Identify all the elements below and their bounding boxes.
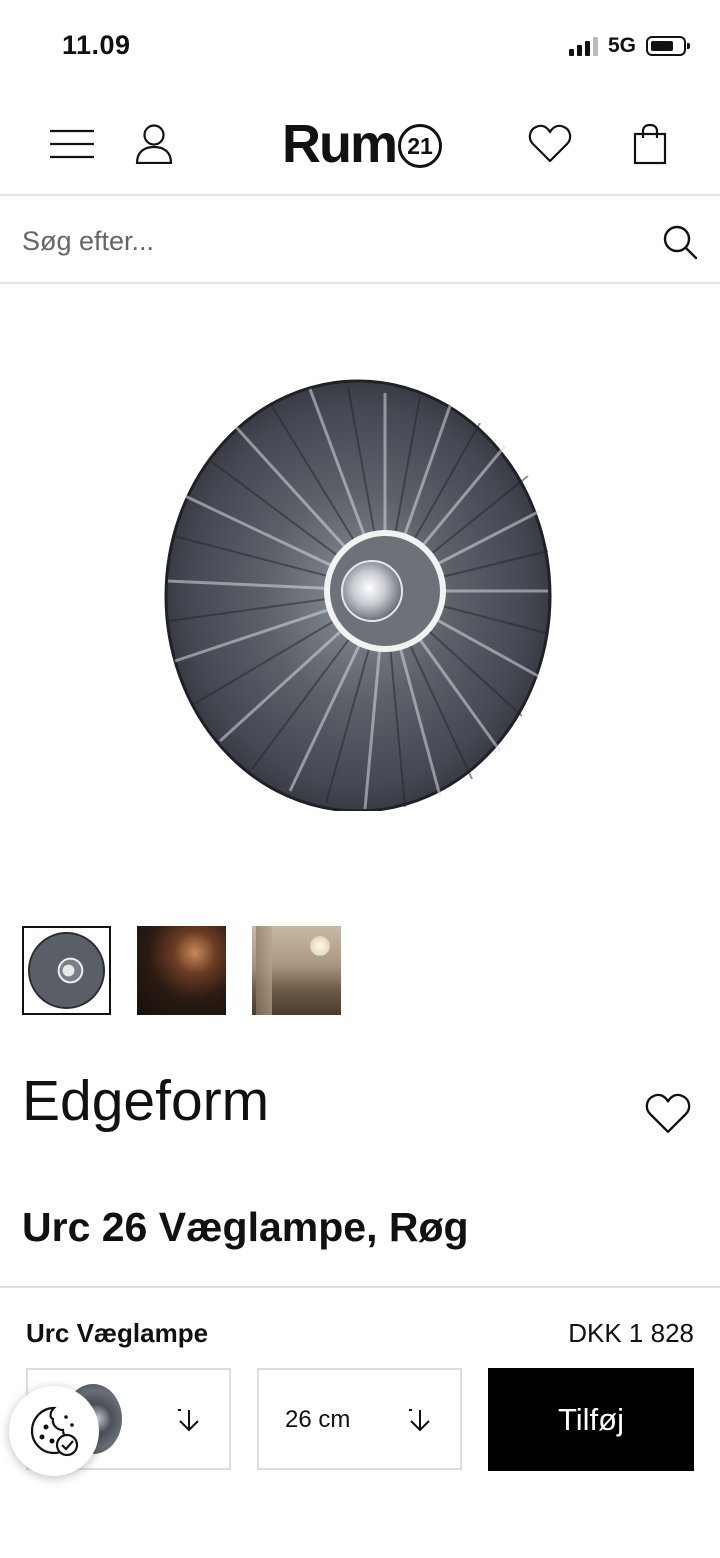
network-label: 5G: [607, 34, 636, 57]
logo-badge: 21: [398, 124, 442, 168]
wishlist-button[interactable]: [520, 114, 580, 174]
hamburger-icon: [50, 129, 94, 159]
product-title: Urc 26 Væglampe, Røg: [22, 1204, 469, 1250]
status-bar: 11.09 5G: [0, 0, 720, 90]
thumbnail-lamp-living-room[interactable]: [252, 926, 341, 1015]
product-main-image[interactable]: [0, 286, 720, 896]
thumbnail-lamp-dark-room[interactable]: [137, 926, 226, 1015]
logo-text: Rum: [282, 114, 398, 174]
cart-button[interactable]: [620, 114, 680, 174]
sticky-product-price: DKK 1 828: [568, 1318, 694, 1348]
lamp-thumbnail-image: [27, 931, 106, 1010]
search-button[interactable]: [656, 218, 704, 266]
cookie-settings-button[interactable]: [9, 1386, 99, 1476]
cookie-icon: [30, 1406, 79, 1457]
thumbnail-lamp-front[interactable]: [22, 926, 111, 1015]
size-select[interactable]: 26 cm: [257, 1368, 462, 1470]
lamp-image: [164, 379, 552, 811]
arrow-down-icon: [178, 1409, 199, 1432]
arrow-down-icon: [409, 1409, 430, 1432]
heart-icon: [645, 1093, 691, 1134]
size-value: 26 cm: [285, 1406, 351, 1433]
sticky-product-name: Urc Væglampe: [26, 1318, 209, 1348]
search-icon: [663, 225, 698, 260]
add-to-wishlist-button[interactable]: [640, 1088, 696, 1140]
sticky-add-to-cart-bar: Urc Væglampe DKK 1 828 26 cm Tilføj: [0, 1286, 720, 1558]
account-button[interactable]: [124, 114, 184, 174]
signal-icon: [568, 36, 598, 56]
site-header: Rum 21: [0, 92, 720, 196]
search-input[interactable]: [22, 216, 642, 266]
shopping-bag-icon: [633, 123, 667, 165]
status-indicators: 5G: [568, 34, 690, 58]
site-logo[interactable]: Rum 21: [282, 114, 442, 174]
menu-button[interactable]: [42, 114, 102, 174]
thumbnail-strip: [22, 926, 341, 1015]
user-icon: [135, 124, 173, 164]
search-bar: [0, 198, 720, 284]
add-to-cart-button[interactable]: Tilføj: [488, 1368, 694, 1471]
product-brand[interactable]: Edgeform: [22, 1068, 269, 1134]
heart-icon: [528, 124, 572, 163]
status-time: 11.09: [62, 30, 131, 60]
battery-icon: [646, 36, 690, 56]
